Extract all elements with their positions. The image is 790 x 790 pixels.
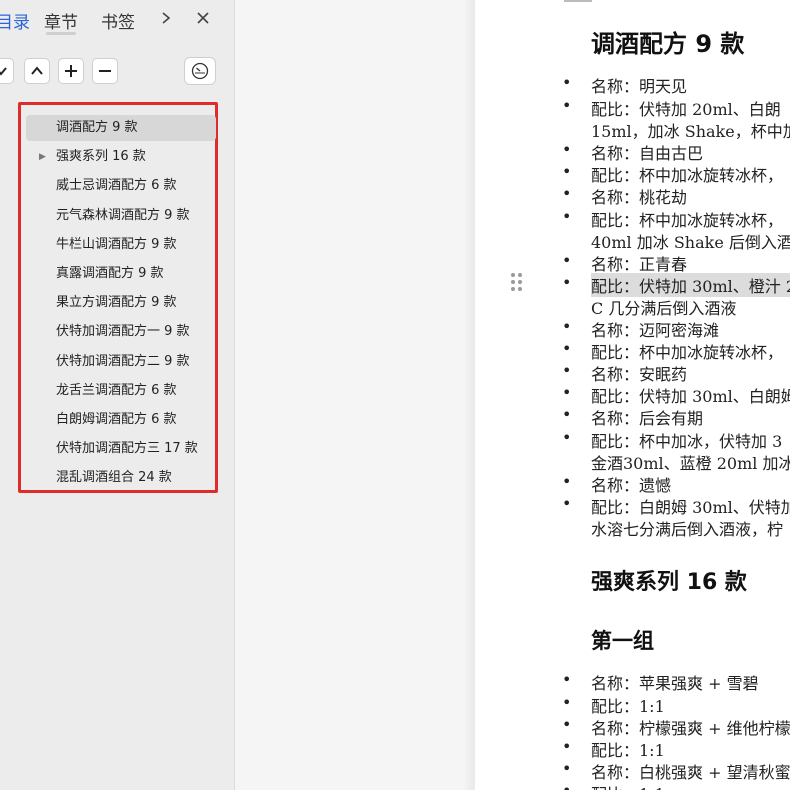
sidebar-tabs: 目录 章节 书签: [0, 6, 234, 36]
gauge-icon: [191, 62, 209, 80]
toc-item[interactable]: 伏特加调酒配方二 9 款: [26, 349, 216, 375]
toc-item[interactable]: 牛栏山调酒配方 9 款: [26, 232, 216, 258]
expand-up-button[interactable]: [24, 58, 50, 84]
chevron-right-icon[interactable]: [160, 9, 172, 30]
list-item-continuation: 水溶七分满后倒入酒液，柠: [591, 520, 784, 539]
collapse-all-button[interactable]: [92, 58, 118, 84]
toc-item[interactable]: 伏特加调酒配方一 9 款: [26, 319, 216, 345]
sidebar: 目录 章节 书签 调酒配方 9 款 ▶ 强爽系列 16 款 威士忌调酒配方 6 款…: [0, 0, 235, 790]
list-item-continuation: C 几分满后倒入酒液: [591, 299, 737, 318]
toc-item[interactable]: 白朗姆调酒配方 6 款: [26, 407, 216, 433]
minus-icon: [99, 70, 111, 72]
plus-icon: [65, 65, 77, 77]
toc-item[interactable]: 真露调酒配方 9 款: [26, 261, 216, 287]
heading-3: 第一组: [591, 629, 654, 653]
toc-item[interactable]: 果立方调酒配方 9 款: [26, 290, 216, 316]
toc-item[interactable]: 调酒配方 9 款: [26, 115, 216, 141]
heading-2: 强爽系列 16 款: [591, 570, 747, 595]
toc-item[interactable]: 龙舌兰调酒配方 6 款: [26, 378, 216, 404]
tab-toc[interactable]: 目录: [0, 8, 30, 33]
collapse-button[interactable]: [0, 58, 14, 84]
toc-item[interactable]: 威士忌调酒配方 6 款: [26, 173, 216, 199]
tab-bookmarks[interactable]: 书签: [101, 8, 135, 33]
tab-chapters[interactable]: 章节: [44, 8, 78, 33]
toc-item[interactable]: 元气森林调酒配方 9 款: [26, 203, 216, 229]
page-shadow: [465, 0, 475, 790]
toc-item[interactable]: 伏特加调酒配方三 17 款: [26, 436, 216, 462]
document-page: 调酒配方 9 款 • 名称：明天见 • 配比：伏特加 20ml、白朗 15ml，加冰…: [476, 0, 790, 790]
locate-button[interactable]: [184, 57, 216, 85]
tab-underline: [46, 32, 76, 35]
toc-item[interactable]: ▶ 强爽系列 16 款: [26, 144, 216, 170]
page-gutter: [235, 0, 475, 790]
divider: [564, 0, 592, 2]
list-item-continuation: 金酒30ml、蓝橙 20ml 加冰: [591, 454, 790, 473]
expand-all-button[interactable]: [58, 58, 84, 84]
expand-arrow-icon[interactable]: ▶: [39, 144, 46, 170]
toc-list: 调酒配方 9 款 ▶ 强爽系列 16 款 威士忌调酒配方 6 款 元气森林调酒配方…: [18, 102, 218, 493]
list-item-continuation: 40ml 加冰 Shake 后倒入酒液: [591, 233, 790, 252]
heading-1: 调酒配方 9 款: [591, 30, 745, 58]
close-icon[interactable]: [196, 9, 210, 30]
chevron-up-icon: [31, 66, 43, 75]
chevron-down-icon: [0, 67, 7, 76]
toc-item[interactable]: 混乱调酒组合 24 款: [26, 465, 216, 491]
list-item-continuation: 15ml，加冰 Shake，杯中加: [591, 122, 790, 141]
drag-handle-icon[interactable]: [511, 273, 523, 293]
